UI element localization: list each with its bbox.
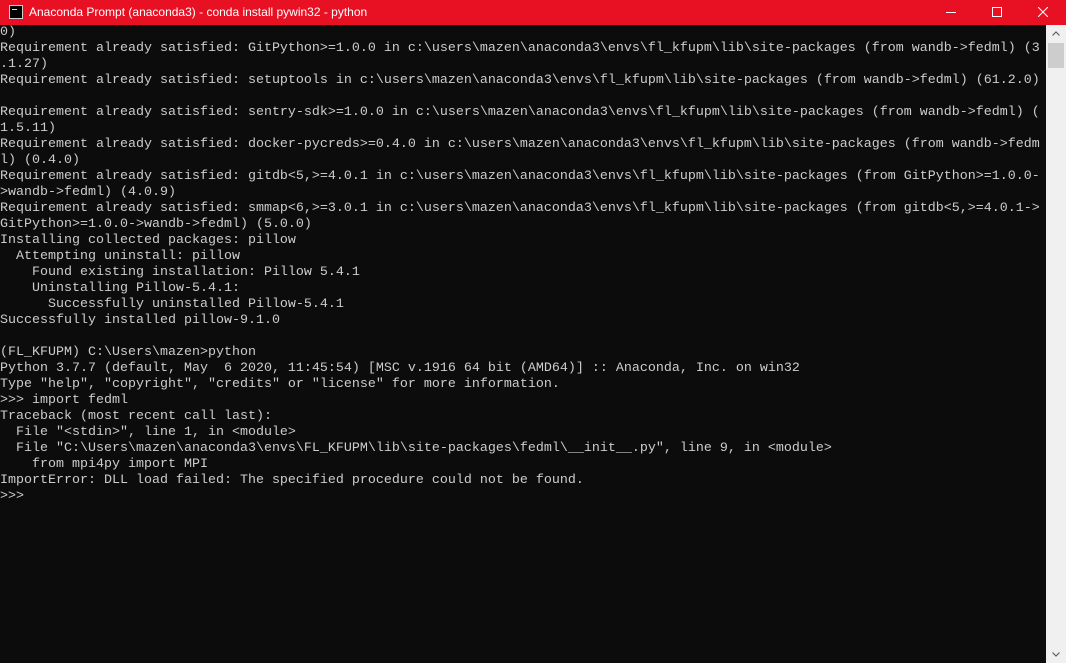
scrollbar-thumb[interactable]	[1048, 43, 1064, 68]
console-line: 1.5.11)	[0, 121, 56, 136]
console-line: (FL_KFUPM) C:\Users\mazen>python	[0, 345, 256, 360]
console-line: Requirement already satisfied: sentry-sd…	[0, 105, 1040, 120]
console-line: Successfully installed pillow-9.1.0	[0, 313, 280, 328]
console-line: Attempting uninstall: pillow	[0, 249, 240, 264]
close-button[interactable]	[1020, 0, 1066, 25]
console-line: Found existing installation: Pillow 5.4.…	[0, 265, 360, 280]
console-line: Requirement already satisfied: GitPython…	[0, 41, 1040, 56]
console-line: >>> import fedml	[0, 393, 128, 408]
console-line: ImportError: DLL load failed: The specif…	[0, 473, 584, 488]
scroll-down-button[interactable]	[1046, 646, 1066, 663]
console-line: Requirement already satisfied: gitdb<5,>…	[0, 169, 1040, 184]
maximize-icon	[992, 7, 1002, 17]
minimize-icon	[946, 12, 956, 13]
console-line: from mpi4py import MPI	[0, 457, 208, 472]
console-line: Requirement already satisfied: smmap<6,>…	[0, 201, 1040, 216]
console-line: Traceback (most recent call last):	[0, 409, 272, 424]
scroll-up-button[interactable]	[1046, 25, 1066, 42]
console-window: Anaconda Prompt (anaconda3) - conda inst…	[0, 0, 1066, 663]
console-line: Type "help", "copyright", "credits" or "…	[0, 377, 560, 392]
console-line: Python 3.7.7 (default, May 6 2020, 11:45…	[0, 361, 800, 376]
console-line: File "C:\Users\mazen\anaconda3\envs\FL_K…	[0, 441, 832, 456]
window-title: Anaconda Prompt (anaconda3) - conda inst…	[29, 5, 368, 19]
console-line: File "<stdin>", line 1, in <module>	[0, 425, 296, 440]
terminal-icon	[9, 5, 23, 19]
console-line: .1.27)	[0, 57, 48, 72]
close-icon	[1038, 7, 1048, 17]
title-bar[interactable]: Anaconda Prompt (anaconda3) - conda inst…	[0, 0, 1066, 25]
vertical-scrollbar[interactable]	[1046, 25, 1066, 663]
console-prompt[interactable]: >>>	[0, 489, 24, 505]
console-line: >wandb->fedml) (4.0.9)	[0, 185, 176, 200]
scroll-down-arrow-icon	[1052, 652, 1060, 657]
console-line: GitPython>=1.0.0->wandb->fedml) (5.0.0)	[0, 217, 312, 232]
maximize-button[interactable]	[974, 0, 1020, 25]
console-line: Requirement already satisfied: docker-py…	[0, 137, 1040, 152]
console-line: l) (0.4.0)	[0, 153, 80, 168]
console-output[interactable]: 0) Requirement already satisfied: GitPyt…	[0, 25, 1046, 663]
console-line: Requirement already satisfied: setuptool…	[0, 73, 1040, 88]
console-line: Installing collected packages: pillow	[0, 233, 296, 248]
console-line: Successfully uninstalled Pillow-5.4.1	[0, 297, 344, 312]
console-line: Uninstalling Pillow-5.4.1:	[0, 281, 240, 296]
console-line: 0)	[0, 25, 16, 40]
minimize-button[interactable]	[928, 0, 974, 25]
scroll-up-arrow-icon	[1052, 31, 1060, 36]
